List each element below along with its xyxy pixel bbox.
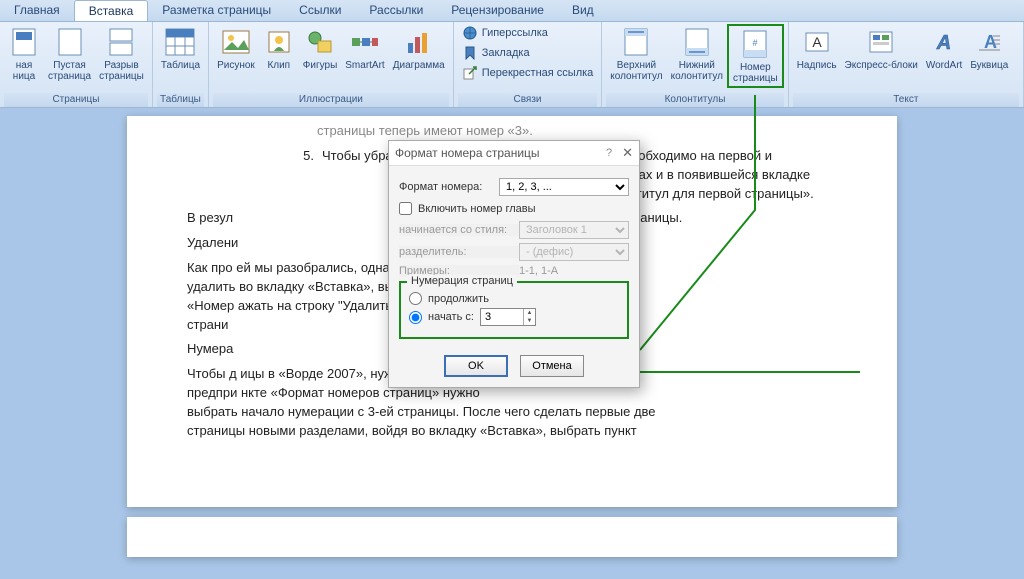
tab-mailings[interactable]: Рассылки (355, 0, 437, 21)
include-chapter-checkbox[interactable] (399, 202, 412, 215)
close-button[interactable]: ✕ (622, 145, 633, 161)
page-number-format-dialog: Формат номера страницы ? ✕ Формат номера… (388, 140, 640, 388)
chart-button[interactable]: Диаграмма (389, 24, 449, 73)
group-links: Гиперссылка Закладка Перекрестная ссылка… (454, 22, 603, 107)
number-format-select[interactable]: 1, 2, 3, ... (499, 178, 629, 196)
shapes-button[interactable]: Фигуры (299, 24, 341, 73)
examples-value: 1-1, 1-A (519, 265, 629, 277)
start-at-radio[interactable] (409, 311, 422, 324)
group-header-footer: Верхний колонтитул Нижний колонтитул #Но… (602, 22, 788, 107)
doc-cut-top: страницы теперь имеют номер «3». (317, 122, 837, 141)
ok-button[interactable]: OK (444, 355, 508, 377)
document-page-next[interactable] (127, 517, 897, 557)
cancel-button[interactable]: Отмена (520, 355, 584, 377)
dropcap-button[interactable]: AБуквица (966, 24, 1012, 73)
chapter-style-select: Заголовок 1 (519, 221, 629, 239)
group-label-tables: Таблицы (157, 93, 204, 107)
tab-review[interactable]: Рецензирование (437, 0, 558, 21)
picture-button[interactable]: Рисунок (213, 24, 259, 73)
page-numbering-legend: Нумерация страниц (407, 275, 517, 287)
spin-up[interactable]: ▲ (524, 309, 535, 317)
table-button[interactable]: Таблица (157, 24, 204, 73)
ribbon-tabs: Главная Вставка Разметка страницы Ссылки… (0, 0, 1024, 22)
svg-text:A: A (984, 32, 997, 52)
dialog-titlebar[interactable]: Формат номера страницы ? ✕ (389, 141, 639, 166)
cross-reference-button[interactable]: Перекрестная ссылка (458, 64, 598, 82)
tab-references[interactable]: Ссылки (285, 0, 355, 21)
include-chapter-label: Включить номер главы (418, 203, 536, 215)
continue-radio[interactable] (409, 292, 422, 305)
blank-page-button[interactable]: Пустая страница (44, 24, 95, 84)
group-text: AНадпись Экспресс-блоки AWordArt AБуквиц… (789, 22, 1024, 107)
tab-home[interactable]: Главная (0, 0, 74, 21)
group-pages: ная ница Пустая страница Разрыв страницы… (0, 22, 153, 107)
group-label-illustrations: Иллюстрации (213, 93, 449, 107)
bookmark-icon (462, 45, 478, 61)
chapter-style-label: начинается со стиля: (399, 224, 519, 236)
list-number: 5. (292, 147, 314, 204)
group-label-text: Текст (793, 93, 1019, 107)
quick-parts-button[interactable]: Экспресс-блоки (841, 24, 922, 73)
group-label-header-footer: Колонтитулы (606, 93, 783, 107)
footer-button[interactable]: Нижний колонтитул (667, 24, 727, 84)
start-at-label: начать с: (428, 311, 474, 323)
bookmark-button[interactable]: Закладка (458, 44, 598, 62)
page-numbering-fieldset: Нумерация страниц продолжить начать с: ▲… (399, 281, 629, 339)
ribbon: ная ница Пустая страница Разрыв страницы… (0, 22, 1024, 108)
textbox-button[interactable]: AНадпись (793, 24, 841, 73)
group-illustrations: Рисунок Клип Фигуры SmartArt Диаграмма И… (209, 22, 454, 107)
page-number-button[interactable]: #Номер страницы (727, 24, 784, 88)
header-button[interactable]: Верхний колонтитул (606, 24, 666, 84)
tab-page-layout[interactable]: Разметка страницы (148, 0, 285, 21)
dialog-title: Формат номера страницы (395, 146, 606, 160)
start-at-spinner[interactable]: ▲▼ (480, 308, 536, 326)
number-format-label: Формат номера: (399, 181, 499, 193)
start-at-input[interactable] (481, 310, 517, 324)
svg-text:#: # (753, 38, 758, 48)
spin-down[interactable]: ▼ (524, 317, 535, 325)
wordart-button[interactable]: AWordArt (922, 24, 967, 73)
hyperlink-button[interactable]: Гиперссылка (458, 24, 598, 42)
continue-label: продолжить (428, 293, 489, 305)
separator-label: разделитель: (399, 246, 519, 258)
svg-text:A: A (936, 32, 951, 54)
tab-view[interactable]: Вид (558, 0, 608, 21)
tab-insert[interactable]: Вставка (74, 0, 149, 21)
separator-select: - (дефис) (519, 243, 629, 261)
clipart-button[interactable]: Клип (259, 24, 299, 73)
help-button[interactable]: ? (606, 147, 612, 159)
crossref-icon (462, 65, 478, 81)
cover-page-button[interactable]: ная ница (4, 24, 44, 84)
page-break-button[interactable]: Разрыв страницы (95, 24, 148, 84)
group-label-pages: Страницы (4, 93, 148, 107)
group-label-links: Связи (458, 93, 598, 107)
smartart-button[interactable]: SmartArt (341, 24, 388, 73)
svg-text:A: A (812, 34, 822, 50)
group-tables: Таблица Таблицы (153, 22, 209, 107)
globe-icon (462, 25, 478, 41)
